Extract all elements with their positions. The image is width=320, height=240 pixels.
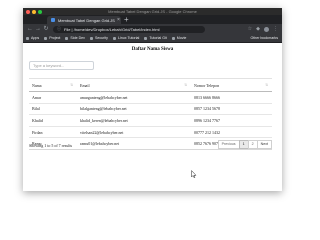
- cell-nama: Firdan: [29, 125, 77, 138]
- reload-icon[interactable]: ↻: [42, 24, 50, 34]
- cell-telepon: 0896 1234 7767: [191, 114, 272, 127]
- table-row: Firdan vitelsan22@lebahcyber.net 00777 2…: [29, 125, 272, 138]
- back-icon[interactable]: ←: [26, 24, 34, 34]
- other-bookmarks[interactable]: Other bookmarks: [250, 34, 278, 42]
- cell-email: amarganteng@lebahcyber.net: [77, 91, 191, 104]
- table-row: Khalid khalid_keren@lebahcyber.net 0896 …: [29, 114, 272, 127]
- cell-nama: Bilal: [29, 102, 77, 115]
- browser-window: Membuat Tabel Dengan Grid.JS - Google Ch…: [23, 8, 282, 191]
- info-icon[interactable]: ⓘ: [57, 26, 61, 32]
- url-text: File | /home/dev/Dropbox/Lebah/Grid/Tabe…: [64, 26, 160, 32]
- address-bar[interactable]: ⓘ File | /home/dev/Dropbox/Lebah/Grid/Ta…: [53, 25, 205, 33]
- folder-icon: [89, 36, 93, 40]
- toolbar-actions: ☆ ◆ ⋮: [244, 26, 278, 32]
- page-title: Daftar Nama Siswa: [131, 47, 174, 52]
- bookmark-apps[interactable]: Apps: [26, 36, 39, 40]
- next-page-button[interactable]: Next: [256, 140, 272, 149]
- forward-icon[interactable]: →: [34, 24, 42, 34]
- new-tab-icon[interactable]: +: [124, 15, 129, 24]
- profile-avatar[interactable]: [264, 26, 269, 32]
- close-tab-icon[interactable]: ×: [117, 17, 120, 23]
- cell-email: ramu01@lebahcyber.net: [77, 137, 191, 150]
- mouse-cursor-icon: [191, 170, 197, 178]
- table-row: Amar amarganteng@lebahcyber.net 0813 666…: [29, 91, 272, 104]
- cell-nama: Amar: [29, 91, 77, 104]
- tab-strip: Membuat Tabel Dengan Grid.JS × +: [23, 15, 282, 24]
- column-header-email[interactable]: Email ⇅: [77, 78, 191, 92]
- previous-page-button[interactable]: Previous: [217, 140, 240, 149]
- bookmark-linux-tutorial[interactable]: Linux Tutorial: [112, 36, 139, 40]
- column-header-nama[interactable]: Nama ⇅: [29, 78, 77, 92]
- sort-icon[interactable]: ⇅: [70, 83, 73, 87]
- search-input[interactable]: [29, 61, 94, 70]
- folder-icon: [171, 36, 175, 40]
- bookmark-project[interactable]: Project: [44, 36, 60, 40]
- bookmark-security[interactable]: Security: [89, 36, 108, 40]
- sort-icon[interactable]: ⇅: [184, 83, 187, 87]
- extension-icon[interactable]: ◆: [256, 26, 260, 32]
- star-icon[interactable]: ☆: [248, 26, 252, 32]
- bookmark-tutorial-git[interactable]: Tutorial Git: [144, 36, 167, 40]
- table-row: Bilal bilalganteng@lebahcyber.net 0857 1…: [29, 102, 272, 115]
- column-header-telepon[interactable]: Nomor Telepon ⇅: [191, 78, 272, 92]
- cell-nama: Khalid: [29, 114, 77, 127]
- favicon-icon: [51, 18, 55, 22]
- page-viewport: Daftar Nama Siswa Nama⇅ Email⇅ Nomor Tel…: [23, 43, 282, 191]
- tab-title: Membuat Tabel Dengan Grid.JS: [58, 17, 115, 23]
- cell-email: bilalganteng@lebahcyber.net: [77, 102, 191, 115]
- window-title: Membuat Tabel Dengan Grid.JS - Google Ch…: [108, 9, 197, 14]
- folder-icon: [144, 36, 148, 40]
- cell-telepon: 0857 1234 5678: [191, 102, 272, 115]
- menu-icon[interactable]: ⋮: [273, 26, 278, 32]
- table-header-row: Nama ⇅ Email ⇅ Nomor Telepon ⇅: [29, 78, 272, 92]
- bookmark-movie[interactable]: Movie: [171, 36, 186, 40]
- browser-tab[interactable]: Membuat Tabel Dengan Grid.JS ×: [47, 16, 121, 24]
- title-bar: Membuat Tabel Dengan Grid.JS - Google Ch…: [23, 8, 282, 15]
- bookmark-side-dev[interactable]: Side Dev: [65, 36, 85, 40]
- cell-telepon: 0813 6666 8666: [191, 91, 272, 104]
- folder-icon: [112, 36, 116, 40]
- pagination: Previous 1 2 Next: [217, 140, 272, 149]
- cell-email: khalid_keren@lebahcyber.net: [77, 114, 191, 127]
- browser-toolbar: ← → ↻ ⓘ File | /home/dev/Dropbox/Lebah/G…: [23, 24, 282, 34]
- folder-icon: [65, 36, 69, 40]
- folder-icon: [44, 36, 48, 40]
- results-summary: Showing 1 to 5 of 7 results: [29, 143, 73, 148]
- cell-email: vitelsan22@lebahcyber.net: [77, 125, 191, 138]
- apps-icon: [26, 36, 29, 40]
- cell-telepon: 00777 212 1432: [191, 125, 272, 138]
- sort-icon[interactable]: ⇅: [265, 83, 268, 87]
- bookmarks-bar: Apps Project Side Dev Security Linux Tut…: [23, 34, 282, 43]
